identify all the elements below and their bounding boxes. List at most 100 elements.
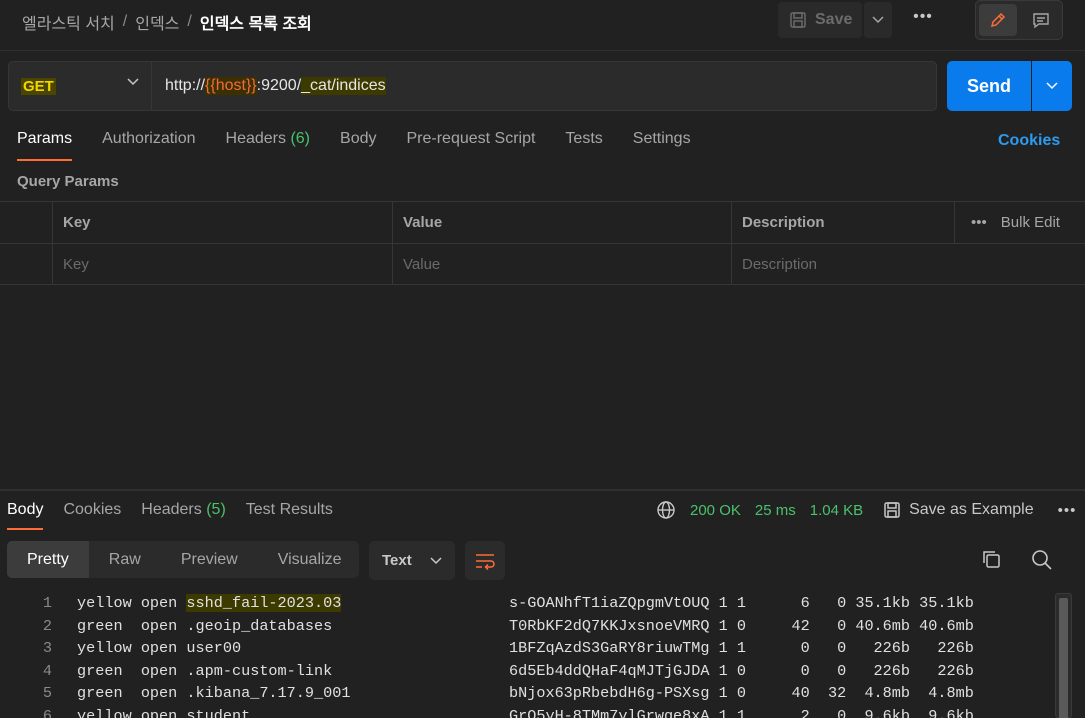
divider (0, 50, 1085, 51)
save-icon (884, 502, 900, 518)
tab-headers[interactable]: Headers (6) (226, 130, 311, 160)
chevron-down-icon (430, 556, 442, 564)
more-options-icon[interactable]: ••• (971, 214, 987, 231)
code-text: yellow open sshd_fail-2023.03 (77, 592, 342, 615)
code-line: 2 green open .geoip_databases T0RbKF2dQ7KK… (0, 615, 1050, 638)
breadcrumb-item-folder[interactable]: 인덱스 (135, 10, 179, 34)
tab-authorization[interactable]: Authorization (102, 130, 195, 160)
index-health: yellow (77, 706, 132, 718)
scrollbar[interactable] (1055, 593, 1072, 718)
line-number: 1 (42, 594, 52, 612)
index-health: green (77, 684, 132, 702)
index-name: .geoip_databases (186, 616, 333, 635)
index-details: 1BFZqAzdS3GaRY8riuwTMg 1 1 0 0 226b 226b (509, 639, 974, 657)
url-prefix: http:// (165, 77, 206, 94)
method-label: GET (21, 77, 56, 95)
tab-body[interactable]: Body (340, 130, 376, 160)
tab-response-cookies[interactable]: Cookies (63, 501, 121, 529)
breadcrumb-item-collection[interactable]: 엘라스틱 서치 (22, 10, 115, 34)
param-value-input[interactable]: Value (392, 244, 731, 285)
index-status: open (140, 616, 178, 635)
edit-mode-button[interactable] (979, 4, 1017, 36)
code-line: 5 green open .kibana_7.17.9_001 bNjox63pRb… (0, 682, 1050, 705)
chevron-down-icon (1046, 82, 1058, 90)
save-icon (790, 12, 806, 28)
url-variable: {{host}} (205, 77, 257, 95)
code-line: 4 green open .apm-custom-link 6d5Eb4ddQHaF… (0, 660, 1050, 683)
pencil-icon (990, 12, 1006, 28)
index-details: 6d5Eb4ddQHaF4qMJTjGJDA 1 0 0 0 226b 226b (509, 661, 974, 680)
url-input[interactable]: http://{{host}}:9200/_cat/indices (151, 61, 937, 111)
globe-icon[interactable] (656, 500, 676, 520)
more-actions-button[interactable]: ••• (905, 8, 941, 32)
url-path: _cat/indices (301, 77, 386, 95)
wrap-lines-button[interactable] (465, 541, 505, 580)
tab-response-headers[interactable]: Headers (5) (141, 501, 226, 529)
save-as-example-label: Save as Example (909, 501, 1034, 518)
tab-test-results[interactable]: Test Results (246, 501, 333, 529)
comment-icon (1033, 13, 1049, 29)
tab-pre-request-script[interactable]: Pre-request Script (406, 130, 535, 160)
response-body-code[interactable]: 1 yellow open sshd_fail-2023.03 s-GOANhfT1… (0, 592, 1050, 718)
index-health: green (77, 616, 132, 635)
format-select[interactable]: Text (369, 541, 455, 580)
chevron-down-icon (127, 78, 139, 86)
headers-count: (6) (290, 130, 311, 147)
param-description-input[interactable]: Description (731, 244, 1085, 285)
search-button[interactable] (1031, 549, 1053, 576)
code-text: yellow open user00 (77, 637, 241, 660)
index-health: yellow (77, 594, 132, 612)
column-header-key: Key (52, 202, 392, 243)
index-status: open (140, 594, 178, 612)
view-visualize-button[interactable]: Visualize (258, 541, 362, 578)
tab-params[interactable]: Params (17, 130, 73, 161)
save-options-button[interactable] (864, 2, 892, 38)
copy-icon (983, 551, 1000, 568)
index-health: green (77, 661, 132, 680)
view-preview-button[interactable]: Preview (161, 541, 258, 578)
response-size[interactable]: 1.04 KB (810, 502, 863, 519)
save-label: Save (815, 11, 853, 28)
scrollbar-thumb[interactable] (1059, 598, 1068, 718)
breadcrumb: 엘라스틱 서치 / 인덱스 / 인덱스 목록 조회 (22, 10, 312, 34)
code-line: 6 yellow open student GrO5yH-8TMm7ylGrwge8… (0, 705, 1050, 718)
index-health: yellow (77, 639, 132, 657)
save-button[interactable]: Save (778, 2, 862, 38)
response-tabs: Body Cookies Headers (5) Test Results (7, 501, 353, 530)
comments-button[interactable] (1022, 4, 1060, 36)
send-options-button[interactable] (1032, 61, 1072, 111)
status-code[interactable]: 200 OK (690, 502, 741, 519)
breadcrumb-separator: / (187, 13, 192, 30)
line-number: 6 (42, 706, 52, 718)
index-status: open (140, 706, 178, 718)
top-bar: 엘라스틱 서치 / 인덱스 / 인덱스 목록 조회 Save ••• (0, 0, 1085, 48)
code-text: green open .geoip_databases (77, 615, 332, 638)
copy-button[interactable] (980, 548, 1002, 575)
view-pretty-button[interactable]: Pretty (7, 541, 89, 578)
param-key-input[interactable]: Key (52, 244, 392, 285)
cookies-link[interactable]: Cookies (998, 132, 1060, 150)
bulk-edit-area: ••• Bulk Edit (954, 202, 1085, 243)
send-button[interactable]: Send (947, 61, 1031, 111)
index-details: GrO5yH-8TMm7ylGrwge8xA 1 1 2 0 9.6kb 9.6… (509, 706, 974, 718)
tab-settings[interactable]: Settings (633, 130, 691, 160)
save-as-example-button[interactable]: Save as Example (883, 501, 1034, 519)
tab-response-body[interactable]: Body (7, 501, 44, 530)
index-name: user00 (186, 639, 242, 657)
line-number: 4 (42, 661, 52, 680)
response-time[interactable]: 25 ms (755, 502, 796, 519)
response-more-button[interactable]: ••• (1058, 502, 1077, 519)
view-raw-button[interactable]: Raw (89, 541, 161, 578)
table-row: Key Value Description (0, 243, 1085, 285)
tab-tests[interactable]: Tests (565, 130, 602, 160)
line-number: 3 (42, 639, 52, 657)
request-tabs: Params Authorization Headers (6) Body Pr… (17, 130, 721, 161)
method-select[interactable]: GET (8, 61, 152, 111)
index-name: student (186, 706, 251, 718)
index-status: open (140, 661, 178, 680)
bulk-edit-button[interactable]: Bulk Edit (1001, 214, 1060, 231)
search-icon (1032, 550, 1052, 570)
request-title[interactable]: 인덱스 목록 조회 (200, 10, 312, 34)
response-divider[interactable] (0, 489, 1085, 491)
code-line: 3 yellow open user00 1BFZqAzdS3GaRY8riuwTM… (0, 637, 1050, 660)
